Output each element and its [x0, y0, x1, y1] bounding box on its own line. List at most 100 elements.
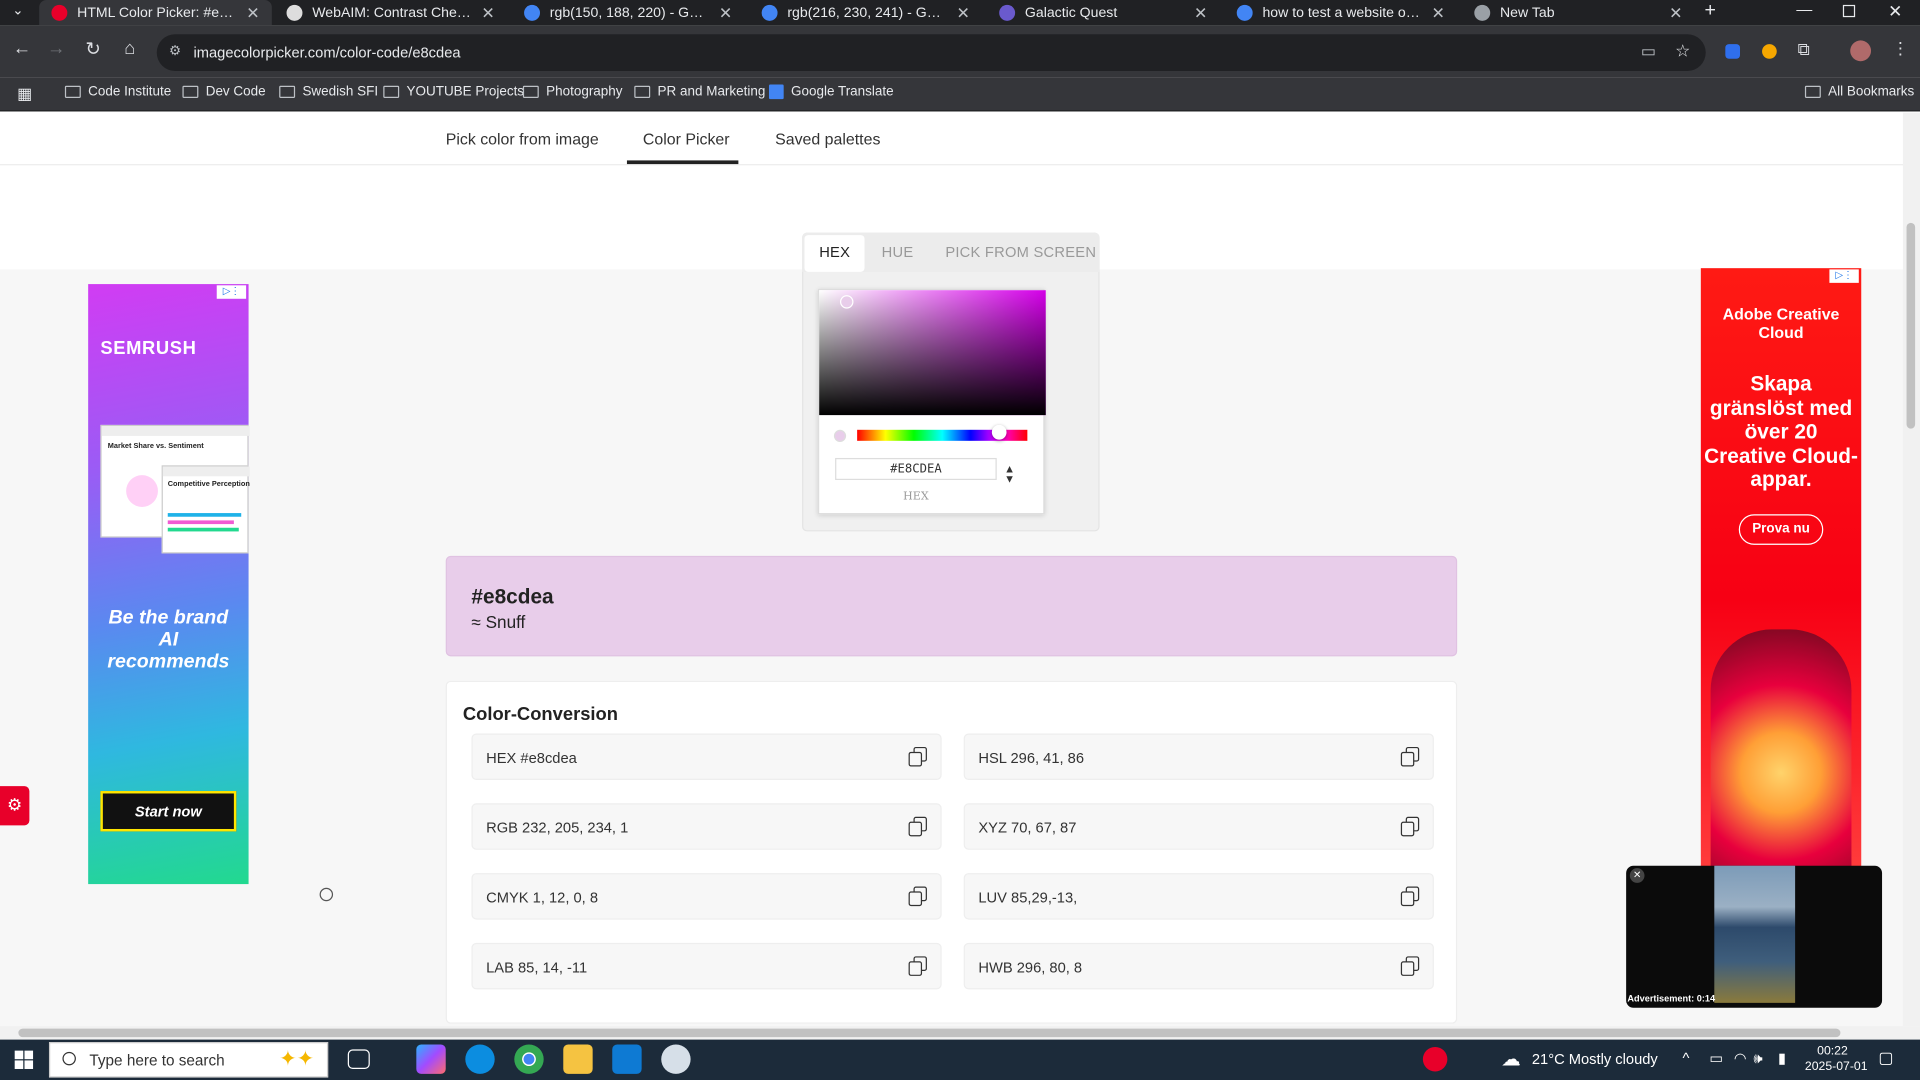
- network-icon[interactable]: ◠: [1734, 1049, 1747, 1066]
- snipping-tool-icon[interactable]: [661, 1044, 691, 1074]
- ad-choices-icon-right[interactable]: ▷⋮: [1829, 269, 1859, 283]
- all-bookmarks[interactable]: All Bookmarks: [1804, 84, 1914, 99]
- browser-tab[interactable]: New Tab ✕: [1462, 0, 1695, 26]
- vertical-scrollbar[interactable]: [1902, 112, 1920, 1027]
- mode-pick-from-screen[interactable]: PICK FROM SCREEN: [945, 244, 1096, 261]
- new-tab-button[interactable]: +: [1705, 0, 1716, 22]
- copy-icon[interactable]: [908, 956, 927, 976]
- vertical-scroll-thumb[interactable]: [1906, 222, 1916, 429]
- copy-icon[interactable]: [1400, 956, 1420, 976]
- bookmark-item[interactable]: YOUTUBE Projects: [383, 84, 524, 99]
- extension-shield-icon[interactable]: [1725, 44, 1741, 59]
- mode-hue[interactable]: HUE: [882, 244, 914, 261]
- vscode-app-icon[interactable]: [612, 1044, 642, 1074]
- nav-color-picker[interactable]: Color Picker: [643, 130, 730, 148]
- notifications-icon[interactable]: ▢: [1878, 1048, 1893, 1068]
- url-text: imagecolorpicker.com/color-code/e8cdea: [193, 44, 461, 62]
- hex-input[interactable]: #E8CDEA: [835, 457, 997, 481]
- clock-date[interactable]: 2025-07-01: [1805, 1060, 1868, 1073]
- bookmark-item[interactable]: Code Institute: [64, 84, 171, 99]
- tab-close-icon[interactable]: ✕: [246, 3, 259, 23]
- security-app-icon[interactable]: [1422, 1046, 1448, 1072]
- copy-icon[interactable]: [908, 886, 927, 907]
- forward-icon[interactable]: →: [44, 38, 68, 59]
- copy-icon[interactable]: [1400, 886, 1420, 907]
- format-toggle-arrows-icon[interactable]: ▲ ▼: [1004, 463, 1015, 484]
- browser-tab[interactable]: rgb(216, 230, 241) - Google Sea ✕: [749, 0, 982, 26]
- install-app-icon[interactable]: ▭: [1641, 42, 1656, 62]
- weather-text[interactable]: 21°C Mostly cloudy: [1532, 1051, 1658, 1068]
- tray-chevron-icon[interactable]: ^: [1682, 1049, 1689, 1066]
- nav-saved-palettes[interactable]: Saved palettes: [775, 130, 880, 148]
- volume-icon[interactable]: 🕪: [1753, 1049, 1762, 1067]
- edge-app-icon[interactable]: [465, 1044, 495, 1074]
- maximize-icon[interactable]: [1842, 4, 1856, 18]
- bookmark-item[interactable]: Photography: [522, 84, 623, 99]
- tab-close-icon[interactable]: ✕: [1432, 3, 1445, 23]
- nav-pick-from-image[interactable]: Pick color from image: [446, 130, 599, 148]
- clock-time[interactable]: 00:22: [1817, 1044, 1848, 1057]
- current-color-swatch: [833, 429, 847, 443]
- tab-title: HTML Color Picker: #e8cdea: [77, 5, 236, 21]
- horizontal-scrollbar[interactable]: [0, 1026, 1920, 1040]
- reload-icon[interactable]: ↻: [81, 38, 105, 60]
- chrome-app-icon[interactable]: [514, 1044, 544, 1074]
- saturation-area[interactable]: [819, 290, 1046, 416]
- hue-slider-handle[interactable]: [991, 424, 1007, 440]
- copy-icon[interactable]: [908, 816, 927, 837]
- start-windows-icon[interactable]: [14, 1050, 34, 1069]
- file-explorer-icon[interactable]: [563, 1044, 593, 1074]
- tab-close-icon[interactable]: ✕: [481, 3, 494, 23]
- browser-tab[interactable]: how to test a website on multip ✕: [1225, 0, 1458, 26]
- adobe-ad[interactable]: ▷⋮ Adobe Creative Cloud Skapa gränslöst …: [1700, 268, 1862, 869]
- saturation-handle[interactable]: [840, 295, 854, 309]
- copy-icon[interactable]: [908, 746, 927, 767]
- task-view-icon[interactable]: [347, 1049, 370, 1069]
- browser-tab[interactable]: HTML Color Picker: #e8cdea ✕: [39, 0, 272, 26]
- copy-icon[interactable]: [1400, 816, 1420, 837]
- close-window-icon[interactable]: ✕: [1888, 1, 1902, 22]
- small-circle-icon[interactable]: [319, 887, 334, 902]
- ad-choices-icon[interactable]: ▷⋮: [216, 285, 247, 299]
- browser-tab[interactable]: Galactic Quest ✕: [987, 0, 1220, 26]
- browser-toolbar: ← → ↻ ⌂ ⚙ imagecolorpicker.com/color-cod…: [0, 25, 1920, 78]
- copilot-sparkle-icon[interactable]: ✦✦: [279, 1047, 314, 1071]
- browser-tab[interactable]: rgb(150, 188, 220) - Google Sea ✕: [512, 0, 745, 26]
- minimize-icon[interactable]: —: [1796, 0, 1812, 18]
- mode-hex[interactable]: HEX: [819, 244, 850, 261]
- tab-close-icon[interactable]: ✕: [956, 3, 969, 23]
- site-info-icon[interactable]: ⚙: [169, 43, 181, 59]
- home-icon[interactable]: ⌂: [118, 38, 142, 59]
- battery-icon[interactable]: ▮: [1778, 1049, 1786, 1066]
- semrush-ad[interactable]: ▷⋮ SEMRUSH Market Share vs. Sentiment Co…: [88, 284, 250, 885]
- extension-moon-icon[interactable]: [1762, 44, 1777, 59]
- close-video-ad-icon[interactable]: ✕: [1629, 868, 1645, 883]
- tab-close-icon[interactable]: ✕: [1669, 3, 1682, 23]
- back-icon[interactable]: ←: [10, 38, 34, 59]
- adobe-prova-nu-button[interactable]: Prova nu: [1738, 514, 1824, 545]
- copilot-app-icon[interactable]: [416, 1044, 446, 1074]
- video-ad-player[interactable]: ✕ Advertisement: 0:14: [1626, 865, 1883, 1008]
- settings-gear-icon[interactable]: ⚙: [0, 786, 30, 826]
- bookmark-star-icon[interactable]: ☆: [1675, 40, 1690, 61]
- profile-avatar[interactable]: [1850, 40, 1872, 62]
- address-bar[interactable]: ⚙ imagecolorpicker.com/color-code/e8cdea…: [156, 34, 1706, 72]
- apps-grid-icon[interactable]: ▦: [17, 84, 32, 104]
- browser-menu-icon[interactable]: ⋮: [1892, 38, 1909, 59]
- bookmark-item[interactable]: Google Translate: [768, 84, 894, 100]
- copy-icon[interactable]: [1400, 746, 1420, 767]
- meet-now-icon[interactable]: ▭: [1709, 1049, 1723, 1066]
- extensions-puzzle-icon[interactable]: ⧉: [1798, 39, 1810, 60]
- tab-close-icon[interactable]: ✕: [1194, 3, 1207, 23]
- bookmark-label: Dev Code: [205, 84, 266, 100]
- semrush-start-now-button[interactable]: Start now: [100, 791, 237, 832]
- taskbar-search-box[interactable]: Type here to search ✦✦: [48, 1042, 329, 1078]
- tab-close-icon[interactable]: ✕: [719, 3, 732, 23]
- tab-title: how to test a website on multip: [1262, 5, 1421, 21]
- bookmark-item[interactable]: PR and Marketing: [634, 84, 765, 99]
- tab-search-chevron-icon[interactable]: ⌄: [12, 2, 23, 19]
- browser-tab[interactable]: WebAIM: Contrast Checker ✕: [274, 0, 507, 26]
- bookmark-item[interactable]: Swedish SFI: [279, 84, 378, 99]
- horizontal-scroll-thumb[interactable]: [18, 1028, 1841, 1038]
- bookmark-item[interactable]: Dev Code: [182, 84, 266, 100]
